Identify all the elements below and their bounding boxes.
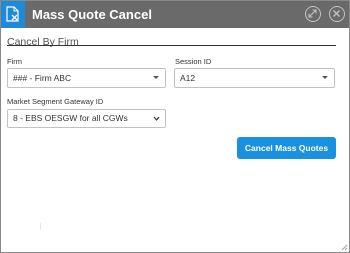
title-bar[interactable]: Mass Quote Cancel (1, 1, 349, 28)
firm-select-value: ### - Firm ABC (13, 73, 72, 83)
session-id-label: Session ID (175, 57, 212, 66)
gateway-label: Market Segment Gateway ID (7, 97, 104, 106)
gateway-select-value: 8 - EBS OESGW for all CGWs (13, 113, 128, 123)
firm-select[interactable]: ### - Firm ABC (7, 68, 166, 88)
chevron-down-icon (153, 116, 160, 121)
firm-label: Firm (7, 57, 22, 66)
cancel-mass-quotes-button[interactable]: Cancel Mass Quotes (237, 137, 336, 159)
section-title: Cancel By Firm (7, 36, 79, 48)
divider-mark (40, 223, 41, 230)
section-divider (7, 45, 336, 46)
caret-down-icon (322, 76, 328, 79)
session-id-select[interactable]: A12 (174, 68, 335, 88)
gateway-select[interactable]: 8 - EBS OESGW for all CGWs (7, 109, 166, 128)
document-x-icon (1, 1, 25, 28)
mass-quote-cancel-window: Mass Quote Cancel Cancel By Firm Firm ##… (0, 0, 350, 253)
caret-down-icon (153, 76, 159, 79)
close-icon[interactable] (329, 6, 345, 22)
resize-grip-icon[interactable] (341, 244, 348, 251)
window-title: Mass Quote Cancel (32, 7, 152, 22)
session-id-select-value: A12 (180, 73, 196, 83)
expand-icon[interactable] (305, 6, 321, 22)
